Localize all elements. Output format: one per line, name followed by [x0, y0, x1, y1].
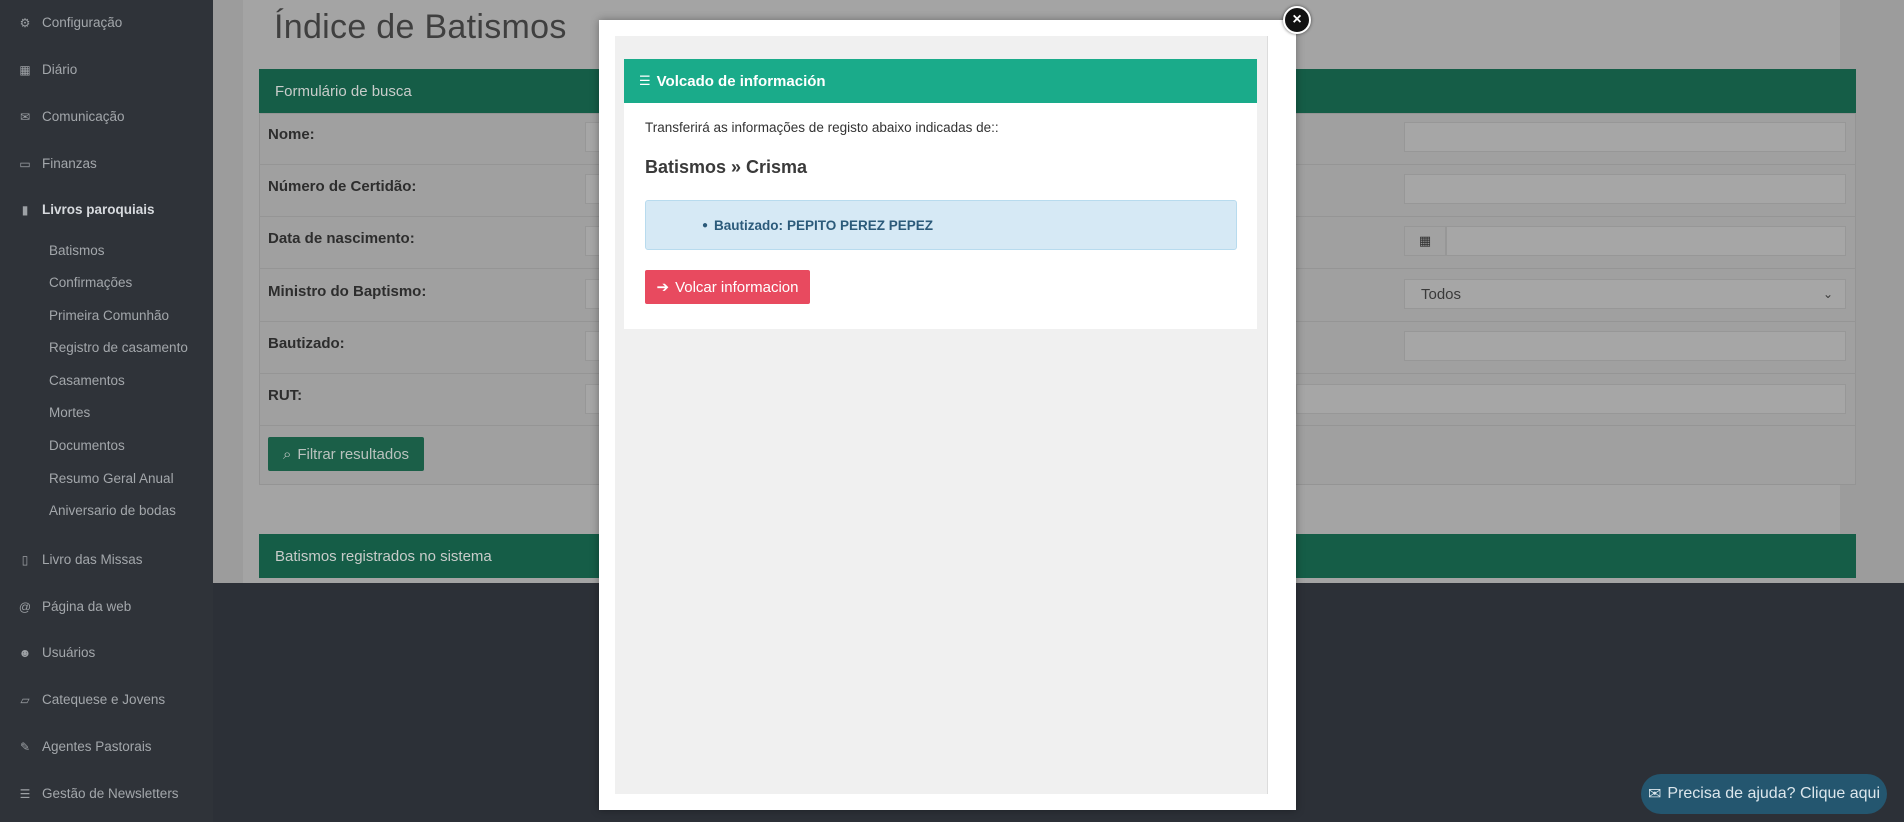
list-icon: ☰ — [19, 786, 31, 801]
sidebar-item-catequese[interactable]: ▱ Catequese e Jovens — [17, 692, 165, 707]
sidebar-item-label: Agentes Pastorais — [42, 739, 152, 754]
sidebar-item-diario[interactable]: ▦ Diário — [17, 62, 77, 77]
help-button[interactable]: ✉ Precisa de ajuda? Clique aqui — [1641, 774, 1887, 814]
sidebar-item-pagina-web[interactable]: @ Página da web — [17, 599, 131, 614]
filter-results-button[interactable]: ⌕ Filtrar resultados — [268, 437, 424, 471]
sidebar-item-label: Página da web — [42, 599, 132, 614]
sidebar-item-livros-paroquiais[interactable]: ▮ Livros paroquiais — [17, 202, 155, 217]
label-nascimento: Data de nascimento: — [268, 230, 415, 247]
sidebar-subitem-casamentos[interactable]: Casamentos — [49, 373, 125, 388]
nascimento-date-input[interactable] — [1446, 226, 1846, 256]
nome-right-input[interactable] — [1404, 122, 1846, 152]
bookmark-icon: ▯ — [21, 552, 29, 567]
sidebar-item-label: Usuários — [42, 645, 96, 660]
certidao-right-input[interactable] — [1404, 174, 1846, 204]
sidebar-item-configuracao[interactable]: ⚙ Configuração — [17, 15, 123, 30]
arrow-right-icon: ➔ — [656, 279, 670, 296]
rut-input-right[interactable] — [1296, 384, 1846, 414]
sidebar-item-label: Finanzas — [42, 156, 97, 171]
chevron-down-icon: ⌄ — [1822, 287, 1833, 301]
sidebar-subitem-batismos[interactable]: Batismos — [49, 243, 105, 258]
label-certidao: Número de Certidão: — [268, 178, 417, 195]
sidebar-subitem-confirmacoes[interactable]: Confirmações — [49, 275, 132, 290]
page-title: Índice de Batismos — [274, 8, 567, 46]
list-icon: ☰ — [639, 73, 651, 88]
bullet-icon: ● — [702, 219, 709, 231]
sidebar-subitem-aniversario[interactable]: Aniversario de bodas — [49, 503, 176, 518]
sidebar-subitem-mortes[interactable]: Mortes — [49, 405, 90, 420]
sidebar-item-label: Livros paroquiais — [42, 202, 155, 217]
sidebar-subitem-resumo-geral[interactable]: Resumo Geral Anual — [49, 471, 174, 486]
sidebar-item-label: Livro das Missas — [42, 552, 143, 567]
filter-results-label: Filtrar resultados — [297, 445, 410, 463]
sidebar: ⚙ Configuração ▦ Diário ✉ Comunicação ▭ … — [0, 0, 213, 822]
sidebar-item-label: Gestão de Newsletters — [42, 786, 179, 801]
info-value: PEPITO PEREZ PEPEZ — [787, 217, 934, 233]
sidebar-item-livro-missas[interactable]: ▯ Livro das Missas — [17, 552, 143, 567]
label-ministro: Ministro do Baptismo: — [268, 283, 427, 300]
sidebar-subitem-registro-casamento[interactable]: Registro de casamento — [49, 340, 188, 355]
transfer-description: Transferirá as informações de registo ab… — [645, 120, 999, 135]
help-button-label: Precisa de ajuda? Clique aqui — [1667, 785, 1880, 802]
sidebar-item-label: Configuração — [42, 15, 123, 30]
money-icon: ▭ — [19, 156, 31, 171]
users-icon: ☻ — [18, 645, 32, 660]
transfer-button[interactable]: ➔ Volcar informacion — [645, 270, 810, 304]
calendar-icon: ▦ — [19, 62, 31, 77]
sidebar-subitem-primeira-comunhao[interactable]: Primeira Comunhão — [49, 308, 169, 323]
sidebar-item-newsletters[interactable]: ☰ Gestão de Newsletters — [17, 786, 179, 801]
sidebar-item-usuarios[interactable]: ☻ Usuários — [17, 645, 96, 660]
transfer-info-box: ● Bautizado: PEPITO PEREZ PEPEZ — [645, 200, 1237, 250]
sidebar-item-label: Comunicação — [42, 109, 125, 124]
sidebar-subitem-documentos[interactable]: Documentos — [49, 438, 125, 453]
info-label: Bautizado: — [714, 217, 783, 233]
label-rut: RUT: — [268, 387, 303, 404]
close-icon[interactable]: × — [1283, 6, 1311, 34]
at-icon: @ — [18, 599, 32, 614]
search-icon: ⌕ — [282, 445, 292, 463]
envelope-icon: ✉ — [19, 109, 31, 124]
folder-open-icon: ▱ — [20, 692, 30, 707]
wrench-icon: ✎ — [19, 739, 31, 754]
calendar-icon[interactable]: ▦ — [1404, 226, 1446, 256]
label-bautizado: Bautizado: — [268, 335, 345, 352]
sidebar-item-finanzas[interactable]: ▭ Finanzas — [17, 156, 97, 171]
transfer-card-header: ☰ Volcado de información — [624, 59, 1257, 103]
bautizado-right-input[interactable] — [1404, 331, 1846, 361]
sidebar-item-label: Catequese e Jovens — [42, 692, 166, 707]
sidebar-item-comunicacao[interactable]: ✉ Comunicação — [17, 109, 125, 124]
label-nome: Nome: — [268, 126, 315, 143]
gears-icon: ⚙ — [19, 15, 31, 30]
transfer-button-label: Volcar informacion — [675, 278, 799, 296]
ministro-select-value: Todos — [1421, 285, 1462, 303]
transfer-heading: Batismos » Crisma — [645, 157, 808, 177]
book-icon: ▮ — [21, 202, 29, 217]
sidebar-item-label: Diário — [42, 62, 78, 77]
sidebar-item-agentes[interactable]: ✎ Agentes Pastorais — [17, 739, 152, 754]
ministro-select[interactable]: Todos ⌄ — [1404, 279, 1846, 309]
card-header-title: Volcado de información — [656, 72, 826, 90]
envelope-icon: ✉ — [1648, 786, 1662, 803]
